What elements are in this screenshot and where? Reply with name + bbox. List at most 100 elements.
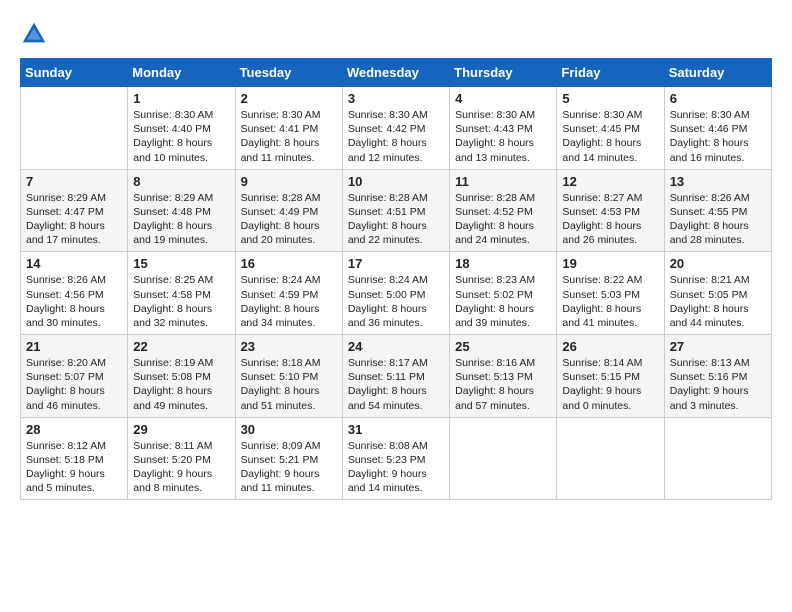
calendar-week-row: 1 Sunrise: 8:30 AM Sunset: 4:40 PM Daylig…	[21, 87, 772, 170]
cell-content: Sunrise: 8:29 AM Sunset: 4:48 PM Dayligh…	[133, 191, 229, 248]
cell-content: Sunrise: 8:30 AM Sunset: 4:42 PM Dayligh…	[348, 108, 444, 165]
calendar-cell	[21, 87, 128, 170]
calendar-cell	[664, 417, 771, 500]
calendar-cell: 20Sunrise: 8:21 AM Sunset: 5:05 PM Dayli…	[664, 252, 771, 335]
calendar-cell: 25 Sunrise: 8:16 AM Sunset: 5:13 PM Dayli…	[450, 335, 557, 418]
calendar-cell: 7 Sunrise: 8:29 AM Sunset: 4:47 PM Daylig…	[21, 169, 128, 252]
cell-content: Sunrise: 8:30 AM Sunset: 4:40 PM Dayligh…	[133, 108, 229, 165]
day-number: 23	[241, 339, 337, 354]
calendar-cell: 27 Sunrise: 8:13 AM Sunset: 5:16 PM Dayli…	[664, 335, 771, 418]
calendar-week-row: 14 Sunrise: 8:26 AM Sunset: 4:56 PM Dayli…	[21, 252, 772, 335]
day-number: 22	[133, 339, 229, 354]
calendar-cell: 31 Sunrise: 8:08 AM Sunset: 5:23 PM Dayli…	[342, 417, 449, 500]
day-number: 31	[348, 422, 444, 437]
cell-content: Sunrise: 8:08 AM Sunset: 5:23 PM Dayligh…	[348, 439, 444, 496]
day-number: 26	[562, 339, 658, 354]
calendar-cell: 11Sunrise: 8:28 AM Sunset: 4:52 PM Dayli…	[450, 169, 557, 252]
calendar-cell: 24Sunrise: 8:17 AM Sunset: 5:11 PM Dayli…	[342, 335, 449, 418]
day-number: 19	[562, 256, 658, 271]
cell-content: Sunrise: 8:24 AM Sunset: 4:59 PM Dayligh…	[241, 273, 337, 330]
calendar-cell: 17 Sunrise: 8:24 AM Sunset: 5:00 PM Dayli…	[342, 252, 449, 335]
calendar-cell: 22Sunrise: 8:19 AM Sunset: 5:08 PM Dayli…	[128, 335, 235, 418]
day-number: 28	[26, 422, 122, 437]
cell-content: Sunrise: 8:09 AM Sunset: 5:21 PM Dayligh…	[241, 439, 337, 496]
calendar-week-row: 21Sunrise: 8:20 AM Sunset: 5:07 PM Dayli…	[21, 335, 772, 418]
calendar-cell: 9 Sunrise: 8:28 AM Sunset: 4:49 PM Daylig…	[235, 169, 342, 252]
day-number: 21	[26, 339, 122, 354]
calendar-cell	[450, 417, 557, 500]
day-number: 15	[133, 256, 229, 271]
calendar-week-row: 28 Sunrise: 8:12 AM Sunset: 5:18 PM Dayli…	[21, 417, 772, 500]
calendar-cell: 30 Sunrise: 8:09 AM Sunset: 5:21 PM Dayli…	[235, 417, 342, 500]
calendar-cell: 12Sunrise: 8:27 AM Sunset: 4:53 PM Dayli…	[557, 169, 664, 252]
day-number: 9	[241, 174, 337, 189]
calendar-cell: 1 Sunrise: 8:30 AM Sunset: 4:40 PM Daylig…	[128, 87, 235, 170]
cell-content: Sunrise: 8:16 AM Sunset: 5:13 PM Dayligh…	[455, 356, 551, 413]
day-number: 1	[133, 91, 229, 106]
calendar-cell: 21Sunrise: 8:20 AM Sunset: 5:07 PM Dayli…	[21, 335, 128, 418]
calendar-cell: 13Sunrise: 8:26 AM Sunset: 4:55 PM Dayli…	[664, 169, 771, 252]
calendar-header-monday: Monday	[128, 59, 235, 87]
calendar-cell: 26 Sunrise: 8:14 AM Sunset: 5:15 PM Dayli…	[557, 335, 664, 418]
calendar-header-row: SundayMondayTuesdayWednesdayThursdayFrid…	[21, 59, 772, 87]
calendar-header-wednesday: Wednesday	[342, 59, 449, 87]
day-number: 7	[26, 174, 122, 189]
cell-content: Sunrise: 8:12 AM Sunset: 5:18 PM Dayligh…	[26, 439, 122, 496]
calendar-cell: 15 Sunrise: 8:25 AM Sunset: 4:58 PM Dayli…	[128, 252, 235, 335]
logo	[20, 20, 52, 48]
calendar-cell: 2 Sunrise: 8:30 AM Sunset: 4:41 PM Daylig…	[235, 87, 342, 170]
day-number: 2	[241, 91, 337, 106]
day-number: 13	[670, 174, 766, 189]
day-number: 4	[455, 91, 551, 106]
cell-content: Sunrise: 8:27 AM Sunset: 4:53 PM Dayligh…	[562, 191, 658, 248]
cell-content: Sunrise: 8:14 AM Sunset: 5:15 PM Dayligh…	[562, 356, 658, 413]
cell-content: Sunrise: 8:17 AM Sunset: 5:11 PM Dayligh…	[348, 356, 444, 413]
calendar-week-row: 7 Sunrise: 8:29 AM Sunset: 4:47 PM Daylig…	[21, 169, 772, 252]
calendar-cell: 4 Sunrise: 8:30 AM Sunset: 4:43 PM Daylig…	[450, 87, 557, 170]
cell-content: Sunrise: 8:30 AM Sunset: 4:41 PM Dayligh…	[241, 108, 337, 165]
calendar-cell: 5 Sunrise: 8:30 AM Sunset: 4:45 PM Daylig…	[557, 87, 664, 170]
day-number: 29	[133, 422, 229, 437]
day-number: 17	[348, 256, 444, 271]
cell-content: Sunrise: 8:25 AM Sunset: 4:58 PM Dayligh…	[133, 273, 229, 330]
calendar-cell: 29Sunrise: 8:11 AM Sunset: 5:20 PM Dayli…	[128, 417, 235, 500]
day-number: 10	[348, 174, 444, 189]
cell-content: Sunrise: 8:28 AM Sunset: 4:49 PM Dayligh…	[241, 191, 337, 248]
cell-content: Sunrise: 8:26 AM Sunset: 4:56 PM Dayligh…	[26, 273, 122, 330]
day-number: 20	[670, 256, 766, 271]
cell-content: Sunrise: 8:22 AM Sunset: 5:03 PM Dayligh…	[562, 273, 658, 330]
day-number: 30	[241, 422, 337, 437]
day-number: 18	[455, 256, 551, 271]
calendar-table: SundayMondayTuesdayWednesdayThursdayFrid…	[20, 58, 772, 500]
cell-content: Sunrise: 8:30 AM Sunset: 4:45 PM Dayligh…	[562, 108, 658, 165]
calendar-cell: 19 Sunrise: 8:22 AM Sunset: 5:03 PM Dayli…	[557, 252, 664, 335]
day-number: 3	[348, 91, 444, 106]
day-number: 14	[26, 256, 122, 271]
cell-content: Sunrise: 8:13 AM Sunset: 5:16 PM Dayligh…	[670, 356, 766, 413]
logo-icon	[20, 20, 48, 48]
cell-content: Sunrise: 8:18 AM Sunset: 5:10 PM Dayligh…	[241, 356, 337, 413]
cell-content: Sunrise: 8:29 AM Sunset: 4:47 PM Dayligh…	[26, 191, 122, 248]
day-number: 16	[241, 256, 337, 271]
calendar-cell	[557, 417, 664, 500]
calendar-header-friday: Friday	[557, 59, 664, 87]
calendar-header-sunday: Sunday	[21, 59, 128, 87]
page-header	[20, 20, 772, 48]
day-number: 27	[670, 339, 766, 354]
cell-content: Sunrise: 8:30 AM Sunset: 4:46 PM Dayligh…	[670, 108, 766, 165]
day-number: 25	[455, 339, 551, 354]
calendar-cell: 23 Sunrise: 8:18 AM Sunset: 5:10 PM Dayli…	[235, 335, 342, 418]
cell-content: Sunrise: 8:28 AM Sunset: 4:51 PM Dayligh…	[348, 191, 444, 248]
calendar-header-tuesday: Tuesday	[235, 59, 342, 87]
cell-content: Sunrise: 8:30 AM Sunset: 4:43 PM Dayligh…	[455, 108, 551, 165]
calendar-cell: 3 Sunrise: 8:30 AM Sunset: 4:42 PM Daylig…	[342, 87, 449, 170]
calendar-cell: 10 Sunrise: 8:28 AM Sunset: 4:51 PM Dayli…	[342, 169, 449, 252]
calendar-cell: 28 Sunrise: 8:12 AM Sunset: 5:18 PM Dayli…	[21, 417, 128, 500]
cell-content: Sunrise: 8:24 AM Sunset: 5:00 PM Dayligh…	[348, 273, 444, 330]
day-number: 5	[562, 91, 658, 106]
calendar-cell: 8Sunrise: 8:29 AM Sunset: 4:48 PM Daylig…	[128, 169, 235, 252]
calendar-header-thursday: Thursday	[450, 59, 557, 87]
calendar-cell: 18 Sunrise: 8:23 AM Sunset: 5:02 PM Dayli…	[450, 252, 557, 335]
calendar-cell: 16 Sunrise: 8:24 AM Sunset: 4:59 PM Dayli…	[235, 252, 342, 335]
cell-content: Sunrise: 8:23 AM Sunset: 5:02 PM Dayligh…	[455, 273, 551, 330]
